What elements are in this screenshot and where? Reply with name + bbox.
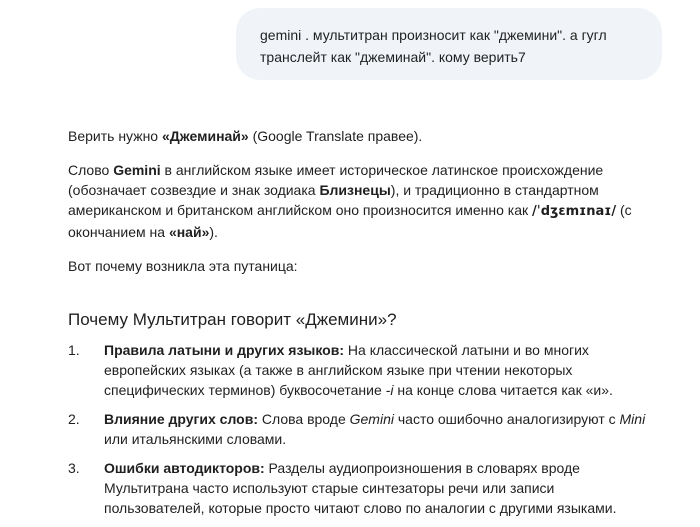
list-item-title: Правила латыни и других языков:	[104, 342, 345, 358]
text-run-bold: Близнецы	[319, 182, 391, 198]
text-run: часто ошибочно аналогизируют с	[393, 411, 620, 427]
user-message-line-1: gemini . мультитран произносит как "джем…	[260, 27, 607, 43]
text-run: Верить нужно	[68, 128, 162, 144]
response-paragraph-3: Вот почему возникла эта путаница:	[68, 258, 298, 274]
list-item: 1. Правила латыни и других языков: На кл…	[68, 340, 658, 400]
reasons-list: 1. Правила латыни и других языков: На кл…	[68, 340, 658, 518]
list-item-number: 2.	[68, 411, 80, 427]
text-run-bold: Gemini	[113, 162, 161, 178]
text-run: Слово	[68, 162, 114, 178]
text-run: ).	[209, 224, 218, 240]
list-item: 2. Влияние других слов: Слова вроде Gemi…	[68, 409, 658, 449]
text-run: или итальянскими словами.	[104, 431, 287, 447]
list-item: 3. Ошибки автодикторов: Разделы аудиопро…	[68, 458, 658, 518]
text-run-italic: Gemini	[349, 411, 394, 427]
ipa-transcription: /ˈdʒɛmɪnaɪ/	[532, 204, 617, 219]
list-item-number: 3.	[68, 460, 80, 476]
text-run: (Google Translate правее).	[248, 128, 423, 144]
assistant-response: Верить нужно «Джеминай» (Google Translat…	[68, 126, 658, 527]
list-item-number: 1.	[68, 342, 80, 358]
response-paragraph-2: Слово Gemini в английском языке имеет ис…	[68, 160, 658, 242]
list-item-title: Влияние других слов:	[104, 411, 258, 427]
list-item-title: Ошибки автодикторов:	[104, 460, 265, 476]
user-message-line-2: транслейт как "джеминай". кому верить7	[260, 49, 526, 65]
user-message-bubble: gemini . мультитран произносит как "джем…	[236, 8, 662, 80]
text-run: Слова вроде	[258, 411, 350, 427]
text-run-bold: «най»	[168, 224, 210, 240]
text-run-bold: «Джеминай»	[162, 128, 249, 144]
response-paragraph-1: Верить нужно «Джеминай» (Google Translat…	[68, 126, 658, 146]
section-heading: Почему Мультитран говорит «Джемини»?	[68, 310, 397, 329]
text-run: на конце слова читается как «и».	[393, 382, 613, 398]
text-run-italic: Mini	[619, 411, 646, 427]
